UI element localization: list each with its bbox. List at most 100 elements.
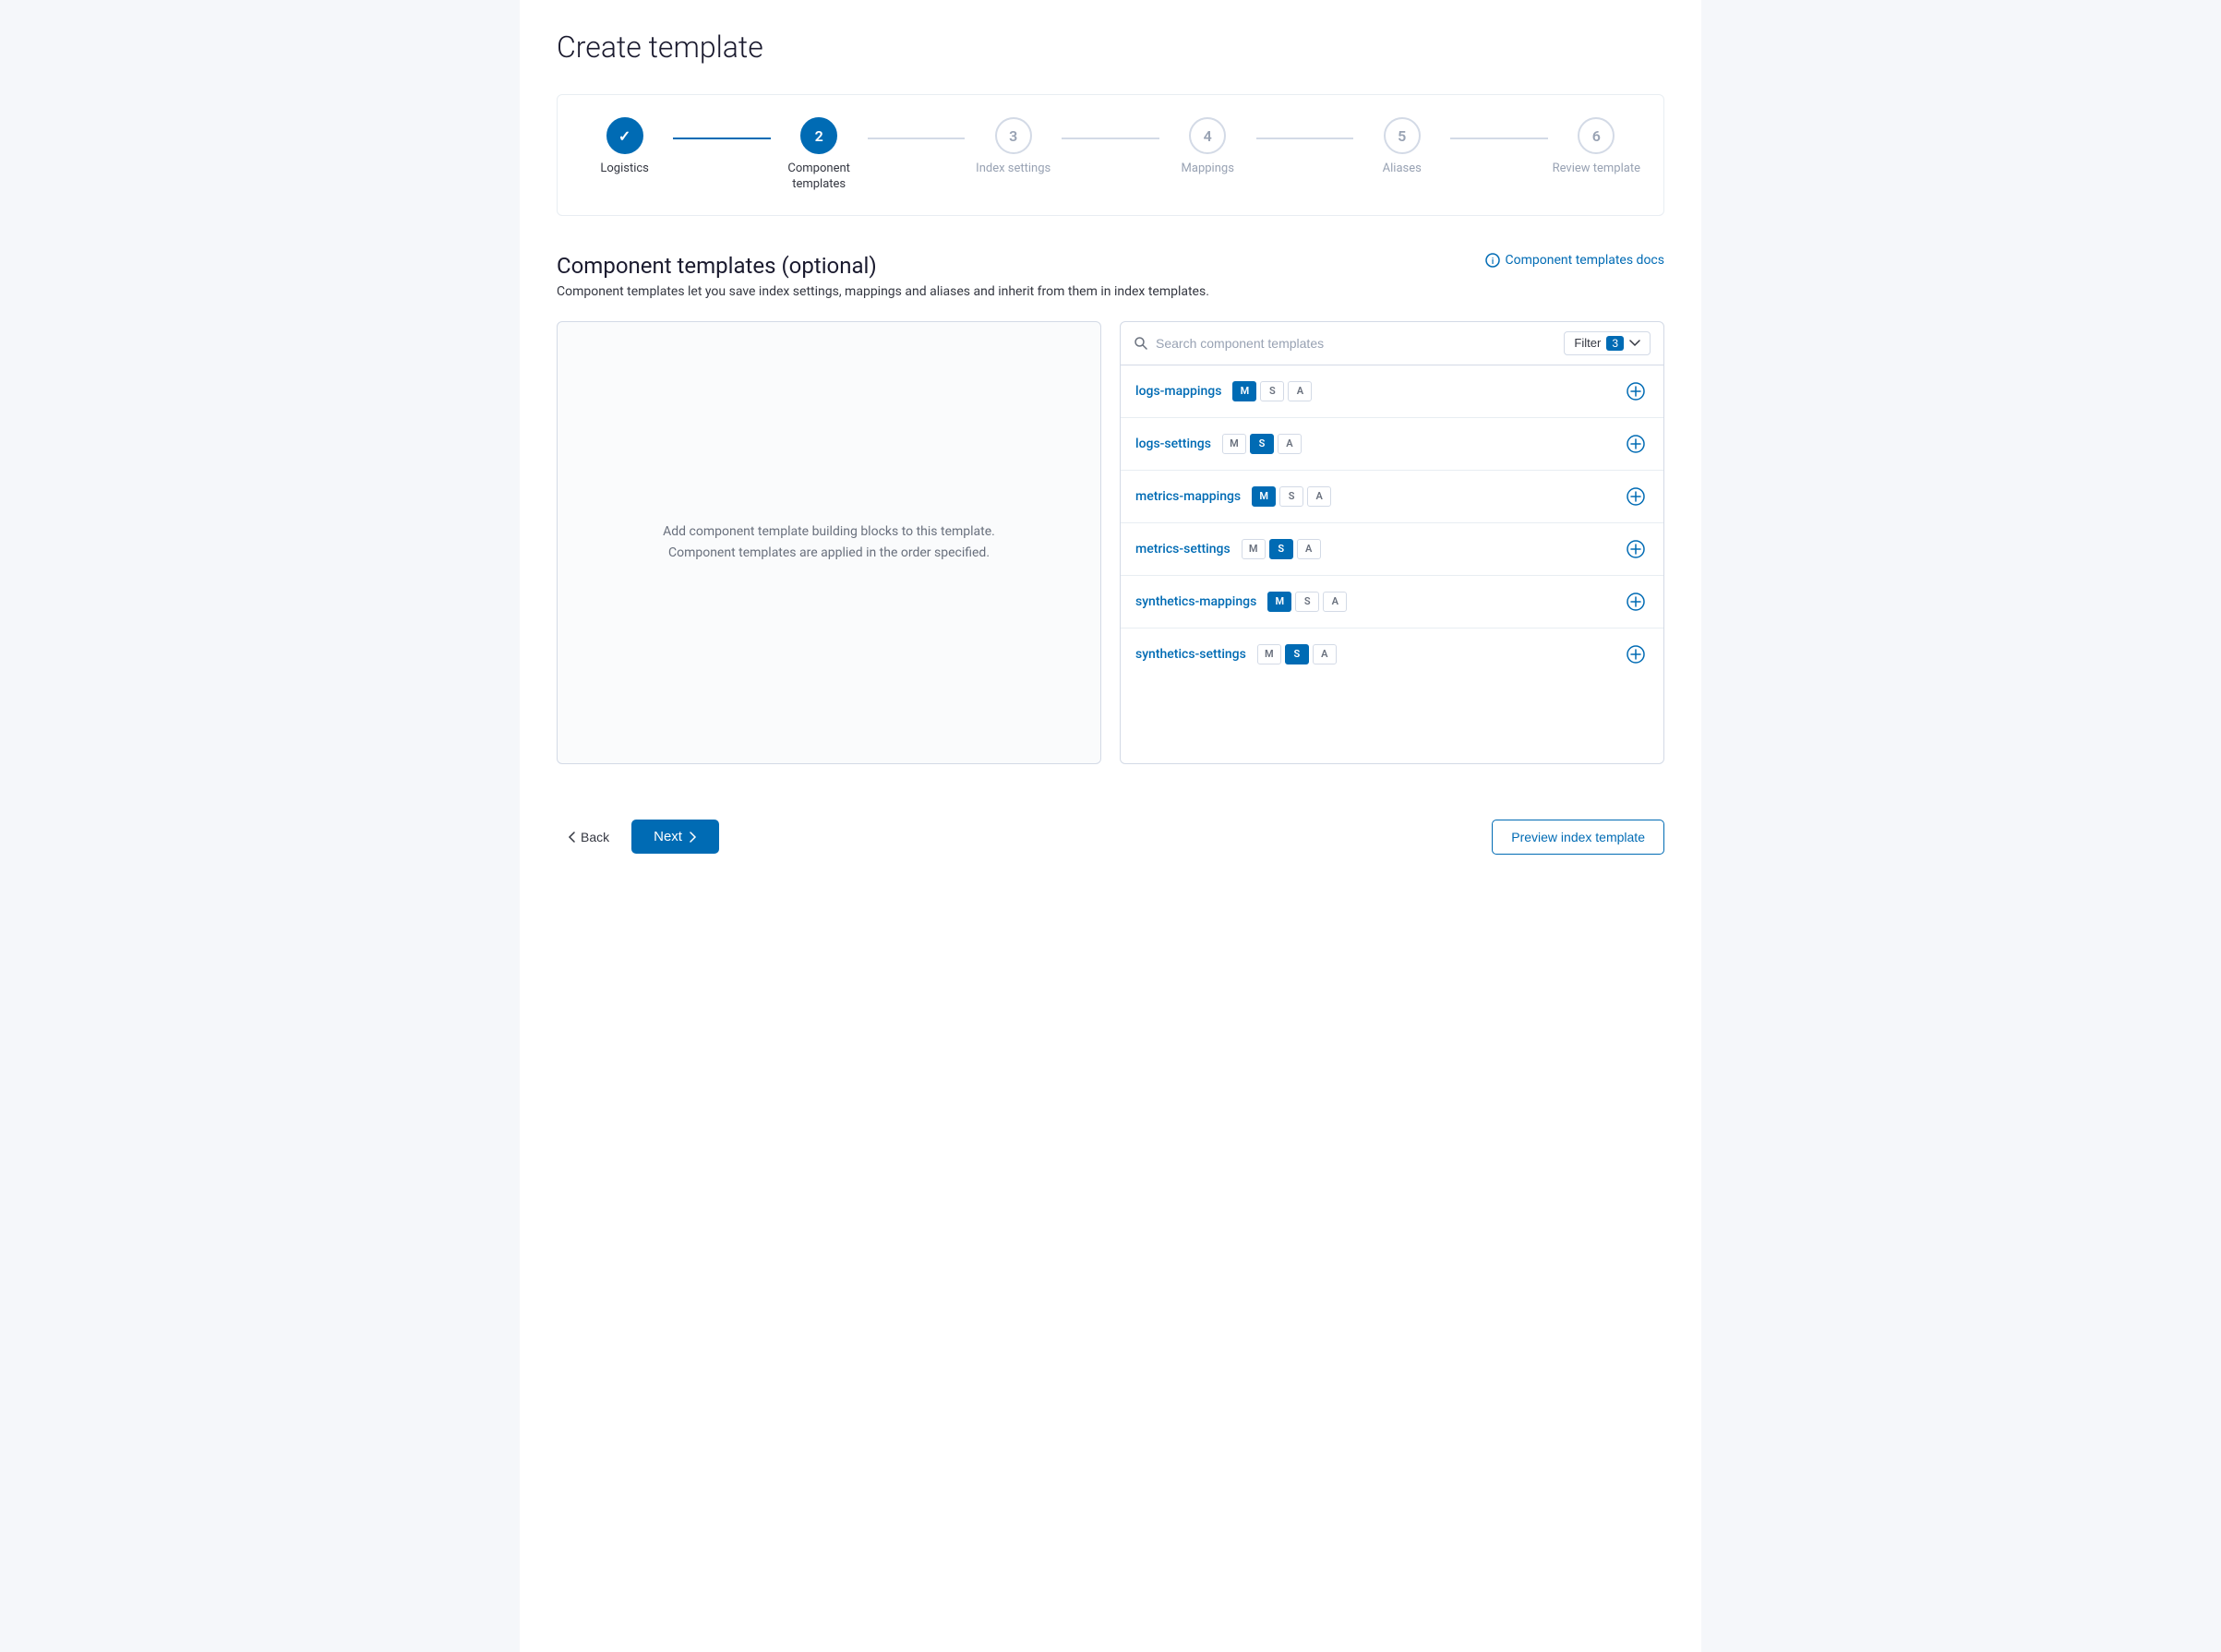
plus-circle-icon xyxy=(1627,593,1645,611)
step-2-label: Componenttemplates xyxy=(787,162,850,193)
badge-s: S xyxy=(1250,434,1274,454)
list-item[interactable]: logs-mappings MSA xyxy=(1121,365,1663,418)
list-item[interactable]: synthetics-settings MSA xyxy=(1121,628,1663,680)
badge-a: A xyxy=(1307,486,1331,507)
add-template-button[interactable] xyxy=(1623,589,1649,615)
section-title: Component templates (optional) xyxy=(557,253,877,279)
chevron-right-icon xyxy=(690,832,697,843)
template-name[interactable]: metrics-settings xyxy=(1135,542,1231,557)
add-template-button[interactable] xyxy=(1623,536,1649,562)
next-button[interactable]: Next xyxy=(631,820,719,854)
badge-s: S xyxy=(1260,381,1284,401)
template-badges: MSA xyxy=(1257,644,1337,664)
badge-m: M xyxy=(1242,539,1266,559)
connector-4-5 xyxy=(1256,138,1353,139)
plus-circle-icon xyxy=(1627,645,1645,664)
template-name[interactable]: metrics-mappings xyxy=(1135,489,1241,504)
empty-line1: Add component template building blocks t… xyxy=(663,524,995,539)
search-input[interactable] xyxy=(1156,336,1556,351)
badge-s: S xyxy=(1279,486,1303,507)
add-template-button[interactable] xyxy=(1623,431,1649,457)
chevron-left-icon xyxy=(568,832,575,843)
badge-m: M xyxy=(1232,381,1256,401)
footer: Back Next Preview index template xyxy=(557,801,1664,855)
plus-circle-icon xyxy=(1627,435,1645,453)
search-icon xyxy=(1134,336,1148,351)
step-4-label: Mappings xyxy=(1182,162,1234,177)
step-3-number: 3 xyxy=(1009,127,1017,145)
template-list: logs-mappingsMSA logs-settingsMSA metric… xyxy=(1121,365,1663,680)
add-template-button[interactable] xyxy=(1623,378,1649,404)
filter-button[interactable]: Filter 3 xyxy=(1564,331,1651,355)
next-label: Next xyxy=(654,829,682,844)
step-3-circle: 3 xyxy=(995,117,1032,154)
badge-a: A xyxy=(1288,381,1312,401)
template-badges: MSA xyxy=(1222,434,1302,454)
docs-link[interactable]: i Component templates docs xyxy=(1485,253,1664,268)
connector-1-2 xyxy=(673,138,770,139)
step-5-number: 5 xyxy=(1398,127,1406,145)
connector-3-4 xyxy=(1062,138,1159,139)
docs-link-label: Component templates docs xyxy=(1506,253,1664,268)
step-4-number: 4 xyxy=(1204,127,1212,145)
template-left: synthetics-settings MSA xyxy=(1135,644,1337,664)
step-6-label: Review template xyxy=(1553,162,1640,177)
step-4-mappings: 4 Mappings xyxy=(1159,117,1256,177)
template-badges: MSA xyxy=(1232,381,1312,401)
badge-s: S xyxy=(1269,539,1293,559)
step-6-circle: 6 xyxy=(1578,117,1615,154)
section-header: Component templates (optional) i Compone… xyxy=(557,253,1664,279)
step-3-label: Index settings xyxy=(976,162,1050,177)
template-left: metrics-mappings MSA xyxy=(1135,486,1331,507)
list-item[interactable]: metrics-settings MSA xyxy=(1121,523,1663,576)
empty-line2: Component templates are applied in the o… xyxy=(668,545,990,560)
badge-a: A xyxy=(1323,592,1347,612)
badge-m: M xyxy=(1252,486,1276,507)
template-left: logs-mappings MSA xyxy=(1135,381,1312,401)
plus-circle-icon xyxy=(1627,487,1645,506)
step-5-circle: 5 xyxy=(1384,117,1421,154)
step-5-label: Aliases xyxy=(1383,162,1422,177)
template-name[interactable]: synthetics-settings xyxy=(1135,647,1246,662)
add-template-button[interactable] xyxy=(1623,484,1649,509)
badge-a: A xyxy=(1297,539,1321,559)
template-left: synthetics-mappings MSA xyxy=(1135,592,1347,612)
badge-m: M xyxy=(1222,434,1246,454)
template-left: logs-settings MSA xyxy=(1135,434,1302,454)
template-left: metrics-settings MSA xyxy=(1135,539,1321,559)
step-6-review-template: 6 Review template xyxy=(1548,117,1645,177)
back-button[interactable]: Back xyxy=(557,822,620,852)
docs-icon: i xyxy=(1485,253,1500,268)
template-name[interactable]: synthetics-mappings xyxy=(1135,594,1256,609)
badge-s: S xyxy=(1285,644,1309,664)
template-name[interactable]: logs-mappings xyxy=(1135,384,1221,399)
badge-m: M xyxy=(1257,644,1281,664)
search-bar: Filter 3 xyxy=(1121,322,1663,365)
add-template-button[interactable] xyxy=(1623,641,1649,667)
list-item[interactable]: synthetics-mappings MSA xyxy=(1121,576,1663,628)
step-1-logistics: Logistics xyxy=(576,117,673,177)
right-panel: Filter 3 logs-mappingsMSA logs-settingsM… xyxy=(1120,321,1664,764)
step-2-component-templates: 2 Componenttemplates xyxy=(771,117,868,193)
stepper: Logistics 2 Componenttemplates 3 Index s… xyxy=(557,94,1664,216)
left-panel: Add component template building blocks t… xyxy=(557,321,1101,764)
step-6-number: 6 xyxy=(1592,127,1601,145)
template-badges: MSA xyxy=(1267,592,1347,612)
template-name[interactable]: logs-settings xyxy=(1135,437,1211,451)
list-item[interactable]: metrics-mappings MSA xyxy=(1121,471,1663,523)
step-2-circle: 2 xyxy=(800,117,837,154)
section-description: Component templates let you save index s… xyxy=(557,284,1664,299)
step-4-circle: 4 xyxy=(1189,117,1226,154)
badge-a: A xyxy=(1313,644,1337,664)
list-item[interactable]: logs-settings MSA xyxy=(1121,418,1663,471)
plus-circle-icon xyxy=(1627,540,1645,558)
preview-button[interactable]: Preview index template xyxy=(1492,820,1664,855)
step-1-label: Logistics xyxy=(600,162,649,177)
empty-state: Add component template building blocks t… xyxy=(663,521,995,563)
connector-5-6 xyxy=(1450,138,1547,139)
svg-text:i: i xyxy=(1491,257,1493,267)
check-icon xyxy=(618,127,630,145)
badge-a: A xyxy=(1278,434,1302,454)
connector-2-3 xyxy=(868,138,965,139)
badge-m: M xyxy=(1267,592,1291,612)
